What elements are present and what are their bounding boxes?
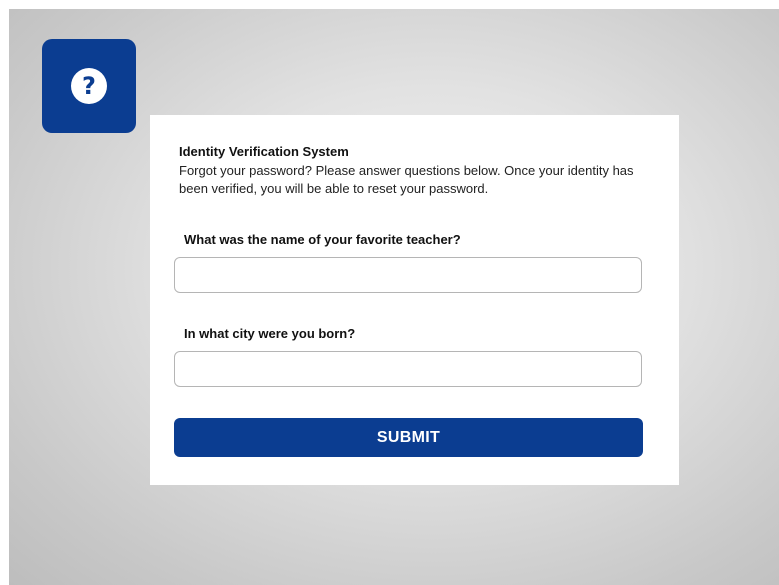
question-mark-glyph: ? xyxy=(82,72,96,100)
favorite-teacher-label: What was the name of your favorite teach… xyxy=(184,232,461,247)
birth-city-input[interactable] xyxy=(174,351,642,387)
birth-city-label: In what city were you born? xyxy=(184,326,356,341)
submit-button[interactable]: SUBMIT xyxy=(174,418,643,457)
form-heading: Identity Verification System xyxy=(179,144,349,159)
favorite-teacher-input[interactable] xyxy=(174,257,642,293)
question-mark-icon: ? xyxy=(71,68,107,104)
background-stage: ? Identity Verification System Forgot yo… xyxy=(9,9,779,585)
help-tile[interactable]: ? xyxy=(42,39,136,133)
form-intro: Forgot your password? Please answer ques… xyxy=(179,163,634,196)
identity-verification-card: Identity Verification System Forgot your… xyxy=(150,115,679,485)
